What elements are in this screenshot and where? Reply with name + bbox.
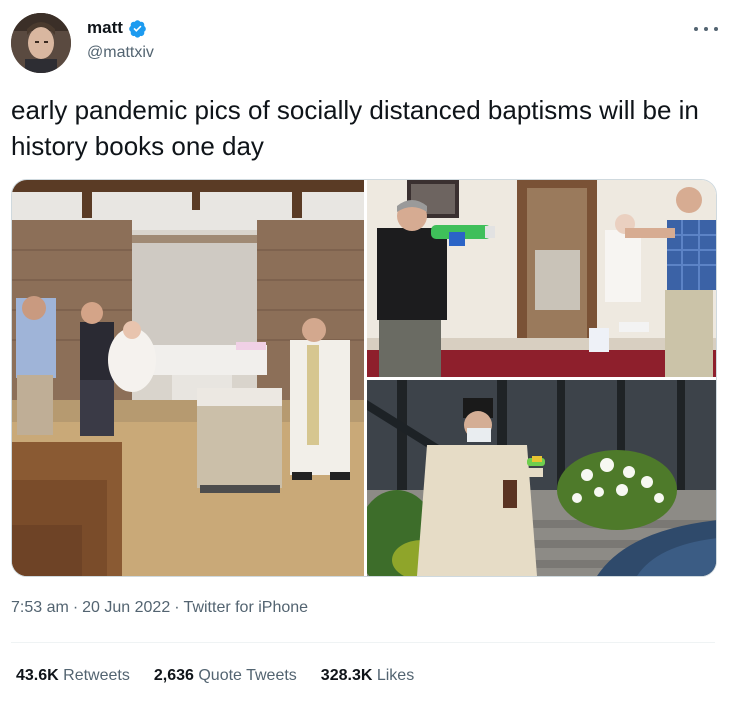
tweet-date[interactable]: 20 Jun 2022: [82, 599, 170, 617]
tweet-stats: 43.6K Retweets 2,636 Quote Tweets 328.3K…: [16, 667, 414, 685]
water-gun-home-image: [367, 180, 716, 377]
photo-2[interactable]: [367, 180, 716, 377]
tweet-source[interactable]: Twitter for iPhone: [184, 599, 309, 617]
meta-separator: ·: [174, 599, 180, 616]
retweets-stat[interactable]: 43.6K Retweets: [16, 667, 130, 685]
retweets-label: Retweets: [63, 667, 130, 684]
likes-stat[interactable]: 328.3K Likes: [321, 667, 414, 685]
verified-badge-icon: [129, 19, 146, 38]
church-interior-image: [12, 180, 364, 576]
display-name[interactable]: matt: [87, 18, 123, 38]
meta-separator: ·: [72, 599, 79, 616]
quote-tweets-count: 2,636: [153, 667, 194, 684]
tweet-text: early pandemic pics of socially distance…: [11, 95, 699, 161]
author-handle[interactable]: @mattxiv: [87, 44, 154, 62]
quote-tweets-label: Quote Tweets: [198, 667, 297, 684]
photo-3[interactable]: [367, 380, 716, 576]
tweet-time[interactable]: 7:53 am: [11, 599, 69, 617]
avatar[interactable]: [11, 13, 71, 73]
avatar-image: [11, 13, 71, 73]
quote-tweets-stat[interactable]: 2,636 Quote Tweets: [154, 667, 297, 685]
retweets-count: 43.6K: [16, 667, 59, 684]
priest-water-pistol-image: [367, 380, 716, 576]
photo-1[interactable]: [12, 180, 364, 576]
likes-count: 328.3K: [320, 667, 373, 684]
media-grid: [11, 179, 717, 577]
tweet-metadata: 7:53 am · 20 Jun 2022 · Twitter for iPho…: [11, 599, 308, 617]
divider: [11, 642, 715, 643]
more-options-icon[interactable]: [694, 22, 718, 36]
author-name-row[interactable]: matt: [87, 18, 147, 38]
likes-label: Likes: [376, 667, 415, 684]
